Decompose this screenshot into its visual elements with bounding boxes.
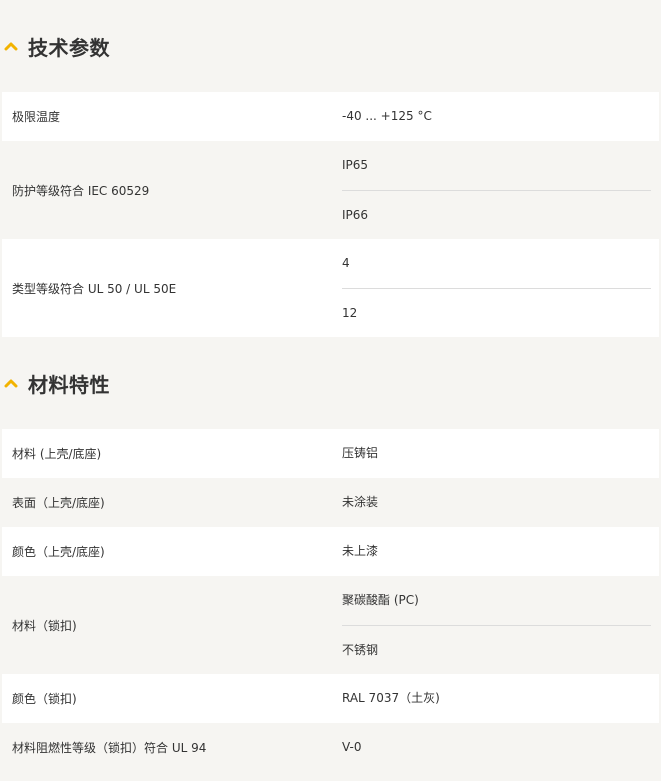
row-label: 类型等级符合 UL 50 / UL 50E — [2, 239, 332, 337]
spec-table-technical: 极限温度 -40 ... +125 °C 防护等级符合 IEC 60529 IP… — [2, 92, 659, 337]
row-value: -40 ... +125 °C — [342, 109, 432, 123]
chevron-up-icon[interactable] — [4, 39, 18, 53]
row-label: 材料（锁扣) — [2, 576, 332, 674]
row-value: 4 — [342, 256, 350, 270]
row-value: RAL 7037（土灰) — [342, 691, 440, 705]
row-value: 不锈钢 — [342, 625, 651, 674]
row-label: 颜色（锁扣) — [2, 674, 332, 723]
row-label: 颜色（上壳/底座) — [2, 527, 332, 576]
row-value: 聚碳酸酯 (PC) — [342, 593, 419, 607]
row-value: IP65 — [342, 158, 369, 172]
row-value: 未涂装 — [342, 495, 379, 509]
row-label: 防护等级符合 IEC 60529 — [2, 141, 332, 239]
table-row: 材料 (上壳/底座) 压铸铝 — [2, 429, 659, 478]
table-row: 材料（锁扣) 聚碳酸酯 (PC) 不锈钢 — [2, 576, 659, 674]
row-value: IP66 — [342, 190, 651, 239]
row-value: 未上漆 — [342, 544, 379, 558]
table-row: 类型等级符合 UL 50 / UL 50E 4 12 — [2, 239, 659, 337]
section-title: 材料特性 — [28, 372, 110, 397]
table-row: 颜色（上壳/底座) 未上漆 — [2, 527, 659, 576]
table-row: 极限温度 -40 ... +125 °C — [2, 92, 659, 141]
table-row: 材料阻燃性等级（锁扣）符合 UL 94 V-0 — [2, 723, 659, 772]
table-row: 颜色（锁扣) RAL 7037（土灰) — [2, 674, 659, 723]
row-label: 表面（上壳/底座) — [2, 478, 332, 527]
row-value: V-0 — [342, 740, 362, 754]
row-label: 材料阻燃性等级（锁扣）符合 UL 94 — [2, 723, 332, 772]
row-label: 极限温度 — [2, 92, 332, 141]
section-title: 技术参数 — [28, 35, 110, 60]
table-row: 表面（上壳/底座) 未涂装 — [2, 478, 659, 527]
row-value: 压铸铝 — [342, 446, 379, 460]
table-row: 防护等级符合 IEC 60529 IP65 IP66 — [2, 141, 659, 239]
row-value: 12 — [342, 288, 651, 337]
spec-table-material: 材料 (上壳/底座) 压铸铝 表面（上壳/底座) 未涂装 颜色（上壳/底座) 未… — [2, 429, 659, 772]
section-header-material[interactable]: 材料特性 — [0, 337, 661, 429]
section-header-technical[interactable]: 技术参数 — [0, 0, 661, 92]
chevron-up-icon[interactable] — [4, 376, 18, 390]
row-label: 材料 (上壳/底座) — [2, 429, 332, 478]
